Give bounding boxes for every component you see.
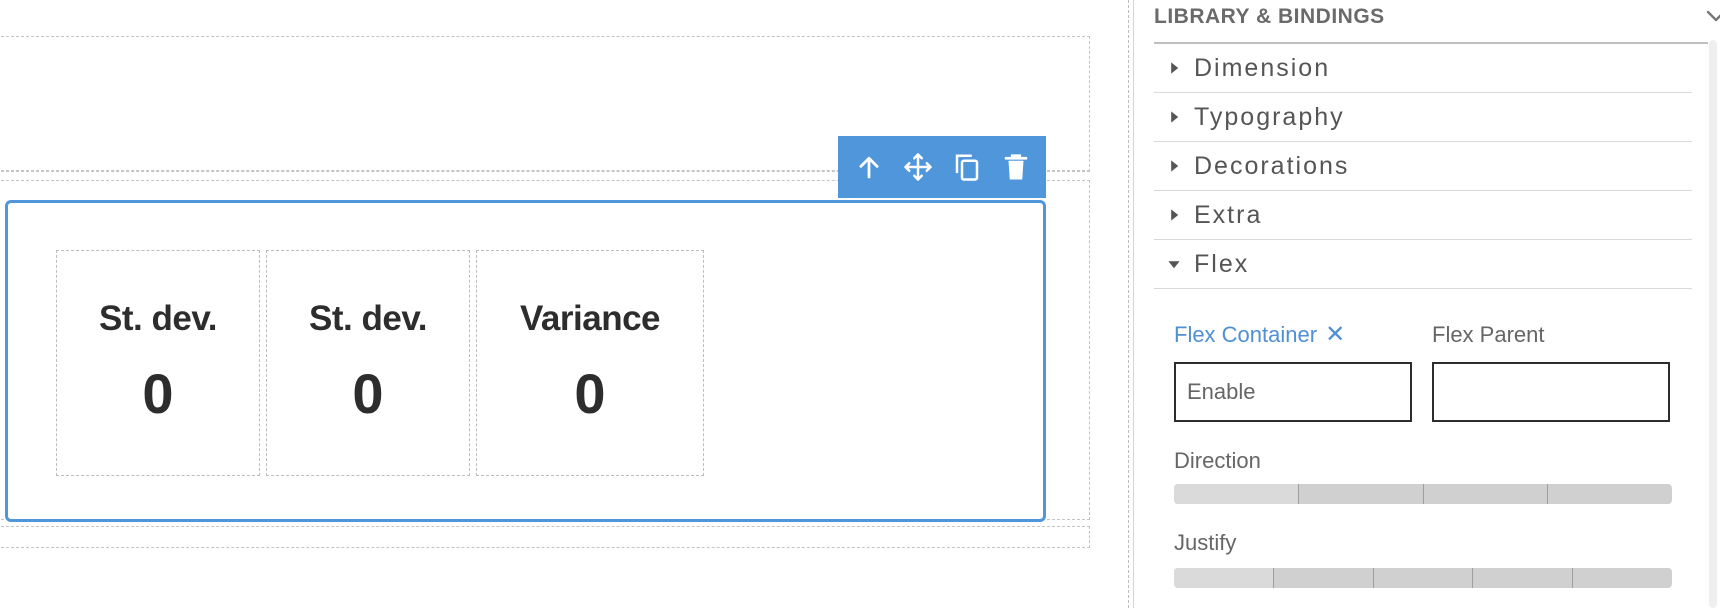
move-button[interactable] xyxy=(898,147,938,187)
justify-option[interactable] xyxy=(1174,568,1274,588)
caret-right-icon xyxy=(1154,208,1194,222)
panel-header[interactable]: LIBRARY & BINDINGS xyxy=(1154,0,1720,44)
flex-container-field: Flex Container ✕ Enable xyxy=(1174,320,1412,422)
canvas-panel-divider xyxy=(1128,0,1129,608)
direction-option[interactable] xyxy=(1548,484,1672,504)
direction-option[interactable] xyxy=(1174,484,1299,504)
editor-canvas[interactable]: St. dev. 0 St. dev. 0 Variance 0 xyxy=(0,0,1128,608)
section-label: Typography xyxy=(1194,102,1345,131)
duplicate-button[interactable] xyxy=(947,147,987,187)
direction-option[interactable] xyxy=(1424,484,1549,504)
justify-option[interactable] xyxy=(1573,568,1672,588)
justify-option[interactable] xyxy=(1374,568,1474,588)
stat-cell[interactable]: Variance 0 xyxy=(476,250,704,476)
chevron-down-icon[interactable] xyxy=(1702,4,1720,28)
section-decorations[interactable]: Decorations xyxy=(1154,142,1692,191)
section-flex[interactable]: Flex xyxy=(1154,240,1692,289)
flex-parent-field: Flex Parent xyxy=(1432,320,1670,422)
panel-title: LIBRARY & BINDINGS xyxy=(1154,5,1385,28)
stat-label: St. dev. xyxy=(309,299,427,338)
move-icon xyxy=(903,153,932,181)
stats-cells: St. dev. 0 St. dev. 0 Variance 0 xyxy=(56,250,704,476)
caret-right-icon xyxy=(1154,159,1194,173)
section-dimension[interactable]: Dimension xyxy=(1154,44,1692,93)
panel-scrollbar[interactable] xyxy=(1709,40,1717,608)
justify-option[interactable] xyxy=(1274,568,1374,588)
justify-option[interactable] xyxy=(1473,568,1574,588)
stat-value: 0 xyxy=(574,362,606,425)
stat-value: 0 xyxy=(352,362,384,425)
section-label: Decorations xyxy=(1194,151,1350,180)
direction-option[interactable] xyxy=(1299,484,1424,504)
stat-label: Variance xyxy=(520,299,661,338)
section-label: Flex xyxy=(1194,249,1250,278)
justify-radio-group xyxy=(1174,568,1672,588)
stat-label: St. dev. xyxy=(99,299,217,338)
trash-icon xyxy=(1004,154,1027,180)
clear-icon[interactable]: ✕ xyxy=(1325,323,1345,347)
caret-right-icon xyxy=(1154,61,1194,75)
section-extra[interactable]: Extra xyxy=(1154,191,1692,240)
panel-resize-handle[interactable] xyxy=(1133,0,1134,608)
justify-label: Justify xyxy=(1174,530,1237,555)
flex-parent-input[interactable] xyxy=(1432,362,1670,422)
flex-properties: Flex Container ✕ Enable Flex Parent Dire… xyxy=(1174,320,1674,588)
section-label: Extra xyxy=(1194,200,1263,229)
section-typography[interactable]: Typography xyxy=(1154,93,1692,142)
block-toolbar xyxy=(838,136,1046,198)
stat-cell[interactable]: St. dev. 0 xyxy=(56,250,260,476)
stat-cell[interactable]: St. dev. 0 xyxy=(266,250,470,476)
caret-right-icon xyxy=(1154,110,1194,124)
arrow-up-icon xyxy=(859,156,878,179)
delete-button[interactable] xyxy=(996,147,1036,187)
direction-label: Direction xyxy=(1174,448,1261,473)
direction-radio-group xyxy=(1174,484,1672,504)
flex-container-label: Flex Container xyxy=(1174,322,1318,347)
flex-container-select[interactable]: Enable xyxy=(1174,362,1412,422)
copy-icon xyxy=(955,154,978,181)
stat-value: 0 xyxy=(142,362,174,425)
style-sections: Dimension Typography Decorations Extra F… xyxy=(1154,44,1692,289)
section-label: Dimension xyxy=(1194,53,1331,82)
caret-down-icon xyxy=(1154,257,1194,271)
selected-row-block[interactable]: St. dev. 0 St. dev. 0 Variance 0 xyxy=(5,200,1046,522)
flex-parent-label: Flex Parent xyxy=(1432,322,1545,347)
style-manager-panel: LIBRARY & BINDINGS Dimension Typography … xyxy=(1136,0,1720,608)
canvas-row-bottom[interactable] xyxy=(0,526,1090,548)
select-parent-button[interactable] xyxy=(849,147,889,187)
